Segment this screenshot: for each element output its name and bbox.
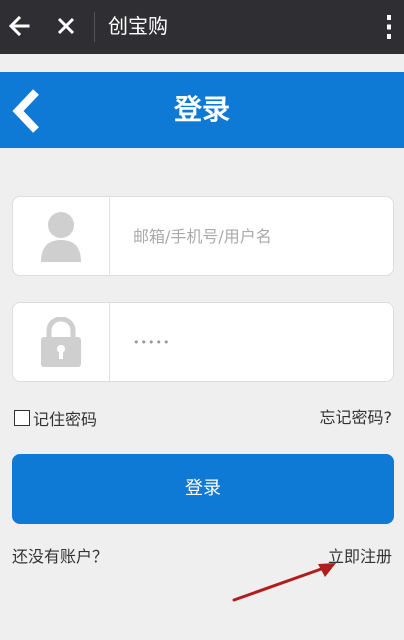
annotation-arrow <box>228 556 348 606</box>
user-avatar-icon <box>13 197 110 275</box>
close-icon[interactable] <box>52 12 80 40</box>
app-top-bar: 创宝购 <box>0 0 404 54</box>
lock-icon <box>13 303 110 381</box>
password-input[interactable] <box>133 303 383 381</box>
remember-password[interactable]: 记住密码 <box>14 406 97 430</box>
arrow-left-icon[interactable] <box>6 10 36 42</box>
username-field <box>12 196 394 276</box>
page-header: 登录 <box>0 72 404 148</box>
forgot-password-link[interactable]: 忘记密码? <box>320 406 393 430</box>
page-title: 登录 <box>173 93 230 126</box>
password-field <box>12 302 394 382</box>
remember-label: 记住密码 <box>33 410 98 429</box>
no-account-text: 还没有账户？ <box>12 547 109 566</box>
login-button[interactable]: 登录 <box>12 454 394 524</box>
app-title: 创宝购 <box>108 14 168 38</box>
topbar-divider <box>94 12 95 42</box>
more-vertical-icon[interactable] <box>384 12 394 42</box>
remember-checkbox[interactable] <box>14 410 30 426</box>
username-input[interactable] <box>133 197 383 275</box>
